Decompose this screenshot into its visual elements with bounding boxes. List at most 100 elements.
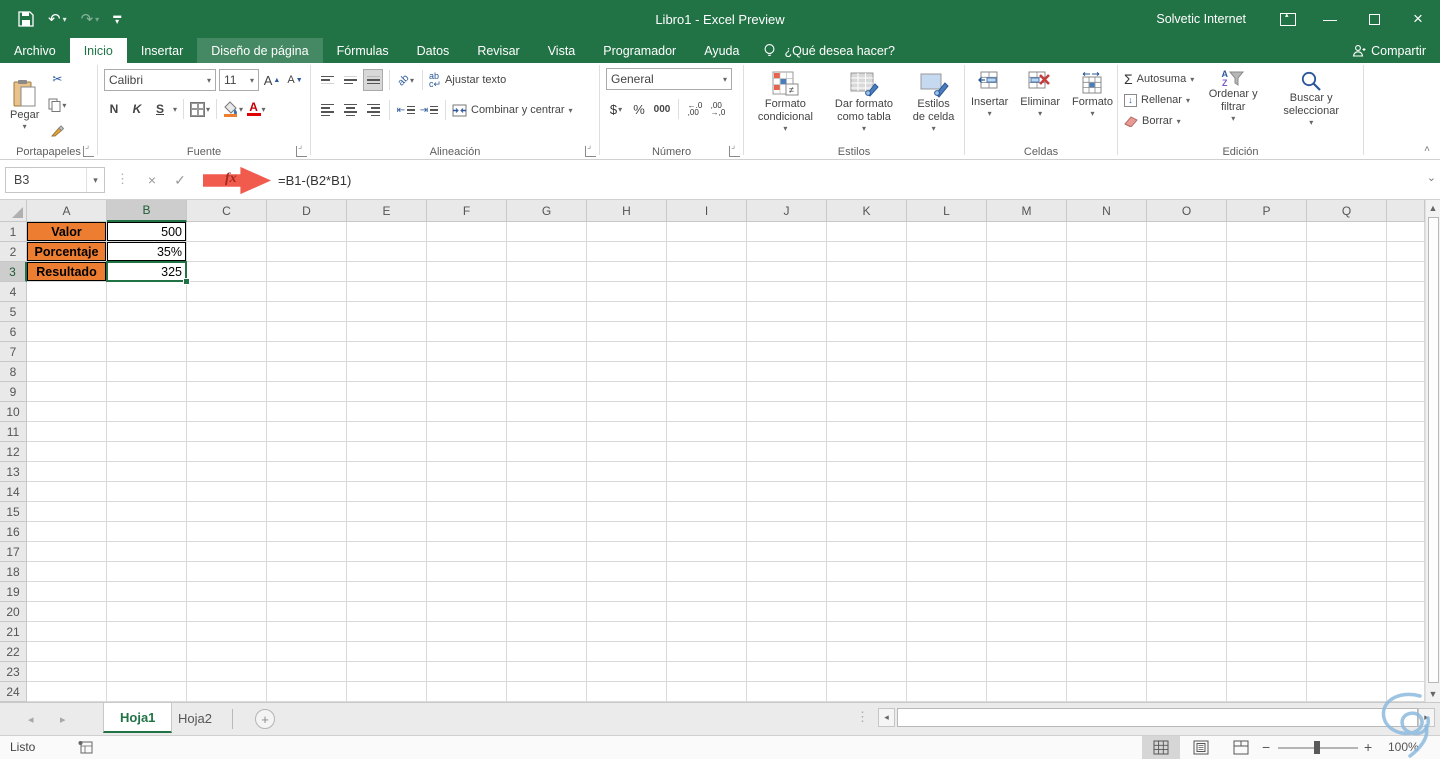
column-header-L[interactable]: L — [907, 200, 987, 222]
macro-record-icon[interactable] — [78, 740, 93, 754]
cell-A1[interactable]: Valor — [27, 222, 107, 242]
cell-F24[interactable] — [427, 682, 507, 702]
row-header-21[interactable]: 21 — [0, 622, 27, 642]
cell-H4[interactable] — [587, 282, 667, 302]
cell-O24[interactable] — [1147, 682, 1227, 702]
close-button[interactable]: × — [1396, 0, 1440, 38]
cell-G6[interactable] — [507, 322, 587, 342]
cell-H13[interactable] — [587, 462, 667, 482]
cell-O11[interactable] — [1147, 422, 1227, 442]
cell-D5[interactable] — [267, 302, 347, 322]
cell-B18[interactable] — [107, 562, 187, 582]
cell-M16[interactable] — [987, 522, 1067, 542]
cell-C2[interactable] — [187, 242, 267, 262]
cell-L6[interactable] — [907, 322, 987, 342]
cell-K16[interactable] — [827, 522, 907, 542]
cell-M9[interactable] — [987, 382, 1067, 402]
cell-J4[interactable] — [747, 282, 827, 302]
cell-Q10[interactable] — [1307, 402, 1387, 422]
column-header-C[interactable]: C — [187, 200, 267, 222]
cell-C10[interactable] — [187, 402, 267, 422]
column-header-H[interactable]: H — [587, 200, 667, 222]
cell-F15[interactable] — [427, 502, 507, 522]
cell-N17[interactable] — [1067, 542, 1147, 562]
cell-D4[interactable] — [267, 282, 347, 302]
cell-N4[interactable] — [1067, 282, 1147, 302]
cell-G12[interactable] — [507, 442, 587, 462]
cell-B21[interactable] — [107, 622, 187, 642]
cell-G4[interactable] — [507, 282, 587, 302]
cell-D16[interactable] — [267, 522, 347, 542]
cell-Q20[interactable] — [1307, 602, 1387, 622]
cell-J8[interactable] — [747, 362, 827, 382]
delete-cells-button[interactable]: Eliminar ▾ — [1016, 68, 1064, 121]
cell-P19[interactable] — [1227, 582, 1307, 602]
cell-M3[interactable] — [987, 262, 1067, 282]
cell-L12[interactable] — [907, 442, 987, 462]
cell-M20[interactable] — [987, 602, 1067, 622]
align-left-button[interactable] — [317, 99, 337, 121]
cell-C8[interactable] — [187, 362, 267, 382]
column-header-J[interactable]: J — [747, 200, 827, 222]
increase-indent-button[interactable]: ⇥ — [419, 99, 439, 121]
cell-Q12[interactable] — [1307, 442, 1387, 462]
cell-B2[interactable]: 35% — [107, 242, 187, 262]
cell-E14[interactable] — [347, 482, 427, 502]
cell-Q7[interactable] — [1307, 342, 1387, 362]
cell-K13[interactable] — [827, 462, 907, 482]
cell-O5[interactable] — [1147, 302, 1227, 322]
cell-J11[interactable] — [747, 422, 827, 442]
cell-N6[interactable] — [1067, 322, 1147, 342]
cell-D8[interactable] — [267, 362, 347, 382]
cell-J21[interactable] — [747, 622, 827, 642]
cell-J1[interactable] — [747, 222, 827, 242]
cell-styles-button[interactable]: Estilos de celda ▾ — [907, 68, 960, 136]
cell-O20[interactable] — [1147, 602, 1227, 622]
autosum-button[interactable]: Σ Autosuma ▾ — [1124, 70, 1194, 88]
cell-N9[interactable] — [1067, 382, 1147, 402]
cell-F4[interactable] — [427, 282, 507, 302]
cell-B9[interactable] — [107, 382, 187, 402]
cell-H20[interactable] — [587, 602, 667, 622]
cell-K7[interactable] — [827, 342, 907, 362]
cell-A24[interactable] — [27, 682, 107, 702]
scroll-down-icon[interactable]: ▼ — [1426, 686, 1440, 702]
decrease-font-button[interactable]: A ▼ — [285, 69, 305, 91]
cell-M5[interactable] — [987, 302, 1067, 322]
cell-N2[interactable] — [1067, 242, 1147, 262]
cell-G14[interactable] — [507, 482, 587, 502]
cell-O7[interactable] — [1147, 342, 1227, 362]
cell-A13[interactable] — [27, 462, 107, 482]
cell-C14[interactable] — [187, 482, 267, 502]
tab-datos[interactable]: Datos — [403, 38, 464, 63]
cell-E4[interactable] — [347, 282, 427, 302]
cell-F16[interactable] — [427, 522, 507, 542]
cell-A18[interactable] — [27, 562, 107, 582]
cell-K9[interactable] — [827, 382, 907, 402]
cell-P12[interactable] — [1227, 442, 1307, 462]
cell-H14[interactable] — [587, 482, 667, 502]
cell-M8[interactable] — [987, 362, 1067, 382]
increase-decimal-button[interactable]: ←.0,00 — [685, 98, 705, 120]
cell-E18[interactable] — [347, 562, 427, 582]
cell-M6[interactable] — [987, 322, 1067, 342]
cell-J10[interactable] — [747, 402, 827, 422]
cell-L23[interactable] — [907, 662, 987, 682]
cell-Q19[interactable] — [1307, 582, 1387, 602]
cell-O2[interactable] — [1147, 242, 1227, 262]
cell-P8[interactable] — [1227, 362, 1307, 382]
number-format-combo[interactable]: General ▾ — [606, 68, 732, 90]
cell-E9[interactable] — [347, 382, 427, 402]
row-header-22[interactable]: 22 — [0, 642, 27, 662]
cell-O22[interactable] — [1147, 642, 1227, 662]
cell-I12[interactable] — [667, 442, 747, 462]
cell-L7[interactable] — [907, 342, 987, 362]
vertical-scrollbar[interactable]: ▲ ▼ — [1425, 200, 1440, 702]
scroll-right-icon[interactable]: ▸ — [1418, 708, 1435, 727]
cell-N1[interactable] — [1067, 222, 1147, 242]
cell-O18[interactable] — [1147, 562, 1227, 582]
cell-I7[interactable] — [667, 342, 747, 362]
cell-A10[interactable] — [27, 402, 107, 422]
cell-Q16[interactable] — [1307, 522, 1387, 542]
cell-F2[interactable] — [427, 242, 507, 262]
